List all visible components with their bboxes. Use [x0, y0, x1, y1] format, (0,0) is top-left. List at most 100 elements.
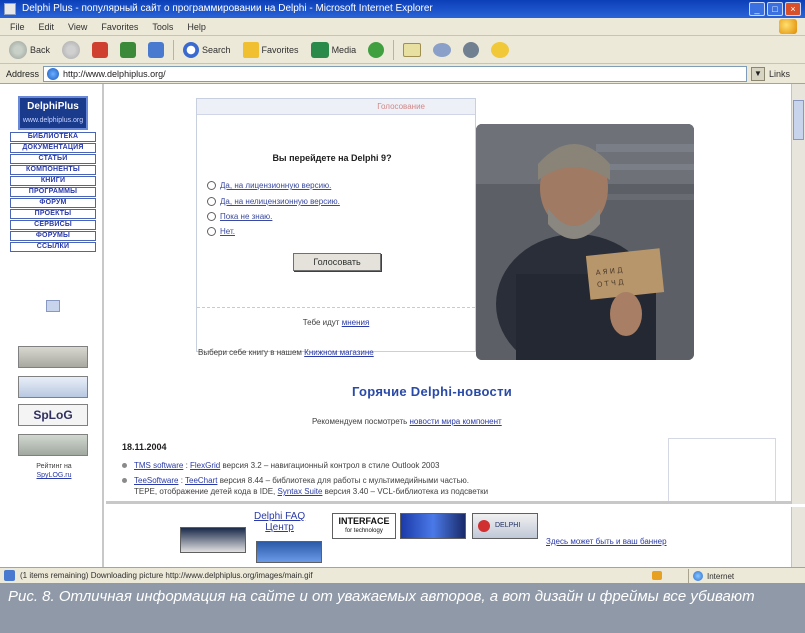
radio-button[interactable]: [207, 181, 216, 190]
stats-banner[interactable]: [18, 434, 88, 456]
maximize-button[interactable]: □: [767, 2, 783, 16]
counter-link[interactable]: SpyLOG.ru: [12, 471, 96, 480]
menu-tools[interactable]: Tools: [152, 22, 173, 32]
beggar-photo: А Я И Д О Т Ч Д: [476, 124, 694, 360]
delphi-faq-link[interactable]: Delphi FAQ Центр: [254, 511, 305, 533]
sponsor-banner[interactable]: [256, 541, 322, 563]
poll-option-label: Да, на лицензионную версию.: [220, 181, 332, 190]
print-icon: [433, 42, 452, 57]
forward-button[interactable]: [59, 39, 83, 61]
address-input[interactable]: http://www.delphiplus.org/: [43, 65, 747, 82]
news-text: версия 8.44 – библиотека для работы с му…: [219, 476, 469, 485]
spylog-banner[interactable]: SpLoG: [18, 404, 88, 426]
bookstore-link[interactable]: Книжном магазине: [304, 348, 374, 357]
figure-caption: Рис. 8. Отличная информация на сайте и о…: [0, 583, 805, 633]
sidebar-item-books[interactable]: КНИГИ: [10, 176, 96, 186]
stop-button[interactable]: [89, 39, 111, 61]
back-button[interactable]: Back: [6, 39, 53, 61]
news-vendor-link[interactable]: TeeSoftware: [134, 476, 178, 485]
sidebar-nav: БИБЛИОТЕКА ДОКУМЕНТАЦИЯ СТАТЬИ КОМПОНЕНТ…: [10, 132, 96, 253]
sidebar-item-forum[interactable]: ФОРУМ: [10, 198, 96, 208]
sidebar-item-articles[interactable]: СТАТЬИ: [10, 154, 96, 164]
sidebar-item-projects[interactable]: ПРОЕКТЫ: [10, 209, 96, 219]
bottom-frame-scrollbar[interactable]: [791, 507, 805, 567]
main-frame-scrollbar[interactable]: [791, 84, 805, 504]
sidebar-item-forums[interactable]: ФОРУМЫ: [10, 231, 96, 241]
vote-button[interactable]: Голосовать: [293, 253, 381, 271]
news-item: TeeSoftware : TeeChart версия 8.44 – биб…: [122, 475, 654, 497]
ie-app-icon: [4, 3, 16, 15]
mail-button[interactable]: [400, 39, 424, 61]
news-product-link[interactable]: FlexGrid: [190, 461, 220, 470]
radio-button[interactable]: [207, 212, 216, 221]
news-vendor-link[interactable]: TMS software: [134, 461, 183, 470]
sidebar-item-links[interactable]: ССЫЛКИ: [10, 242, 96, 252]
news-product-link[interactable]: Syntax Suite: [278, 487, 323, 496]
poll-box: Голосование Вы перейдете на Delphi 9? Да…: [196, 98, 476, 352]
delphi-logo-icon: [478, 520, 490, 532]
interface-banner[interactable]: INTERFACE for technology: [332, 513, 396, 539]
poll-footer: Тебе идут мнения: [197, 318, 475, 327]
zone-label: Internet: [707, 572, 735, 581]
poll-option[interactable]: Нет.: [207, 227, 235, 236]
menu-favorites[interactable]: Favorites: [101, 22, 138, 32]
home-button[interactable]: [145, 39, 167, 61]
site-logo[interactable]: DelphiPlus www.delphiplus.org: [18, 96, 88, 130]
menu-view[interactable]: View: [68, 22, 87, 32]
delphi-banner[interactable]: DELPHI: [472, 513, 538, 539]
poll-option[interactable]: Да, на лицензионную версию.: [207, 181, 331, 190]
main-content-frame: Голосование Вы перейдете на Delphi 9? Да…: [106, 84, 791, 504]
menu-edit[interactable]: Edit: [39, 22, 55, 32]
address-dropdown-button[interactable]: ▼: [751, 66, 765, 81]
bullet-icon: [122, 463, 127, 468]
poll-option[interactable]: Да, на нелицензионную версию.: [207, 197, 340, 206]
sidebar-item-services[interactable]: СЕРВИСЫ: [10, 220, 96, 230]
refresh-icon: [120, 41, 137, 58]
bookstore-line: Выбери себе книгу в нашем Книжном магази…: [198, 348, 478, 357]
sidebar-item-library[interactable]: БИБЛИОТЕКА: [10, 132, 96, 142]
poll-question: Вы перейдете на Delphi 9?: [272, 153, 392, 163]
news-reco-text: Рекомендуем посмотреть: [312, 417, 408, 426]
sidebar-item-programs[interactable]: ПРОГРАММЫ: [10, 187, 96, 197]
edit-icon: [463, 41, 480, 58]
menu-help[interactable]: Help: [187, 22, 206, 32]
edit-button[interactable]: [460, 39, 482, 61]
mail-icon[interactable]: [46, 300, 60, 312]
toolbar-separator: [173, 39, 175, 60]
sidebar-item-documentation[interactable]: ДОКУМЕНТАЦИЯ: [10, 143, 96, 153]
advertise-link[interactable]: Здесь может быть и ваш баннер: [546, 537, 667, 546]
search-button[interactable]: Search: [180, 39, 234, 61]
minimize-button[interactable]: _: [749, 2, 765, 16]
close-button[interactable]: ×: [785, 2, 801, 16]
ie-page-icon: [47, 67, 60, 80]
menu-file[interactable]: File: [10, 22, 25, 32]
news-text: версия 3.40 – VCL-библиотека из подсветк…: [324, 487, 489, 496]
rating-banner[interactable]: [18, 376, 88, 398]
news-product-link[interactable]: TeeChart: [185, 476, 217, 485]
logo-subtext: www.delphiplus.org: [22, 117, 84, 124]
radio-button[interactable]: [207, 227, 216, 236]
history-button[interactable]: [365, 39, 387, 61]
scrollbar-thumb[interactable]: [793, 100, 804, 140]
poll-option-label: Нет.: [220, 227, 235, 236]
news-reco-link[interactable]: новости мира компонент: [410, 417, 502, 426]
sidebar-item-components[interactable]: КОМПОНЕНТЫ: [10, 165, 96, 175]
interface-banner-text: INTERFACE: [338, 516, 390, 526]
refresh-button[interactable]: [117, 39, 139, 61]
poll-option[interactable]: Пока не знаю.: [207, 212, 272, 221]
poll-results-link[interactable]: мнения: [342, 318, 370, 327]
counter-banner[interactable]: [18, 346, 88, 368]
messenger-button[interactable]: [488, 39, 512, 61]
browser-viewport: DelphiPlus www.delphiplus.org БИБЛИОТЕКА…: [0, 84, 805, 567]
windows-logo-icon: [779, 19, 797, 34]
forward-arrow-icon: [62, 40, 81, 59]
links-button[interactable]: Links: [769, 69, 805, 79]
sponsor-banner[interactable]: [180, 527, 246, 553]
favorites-button[interactable]: Favorites: [240, 39, 302, 61]
bottom-banner-frame: Delphi FAQ Центр INTERFACE for technolog…: [106, 507, 791, 567]
radio-button[interactable]: [207, 197, 216, 206]
print-button[interactable]: [430, 39, 454, 61]
faq-link-line2: Центр: [265, 522, 294, 533]
media-button[interactable]: Media: [308, 39, 360, 61]
sponsor-banner[interactable]: [400, 513, 466, 539]
